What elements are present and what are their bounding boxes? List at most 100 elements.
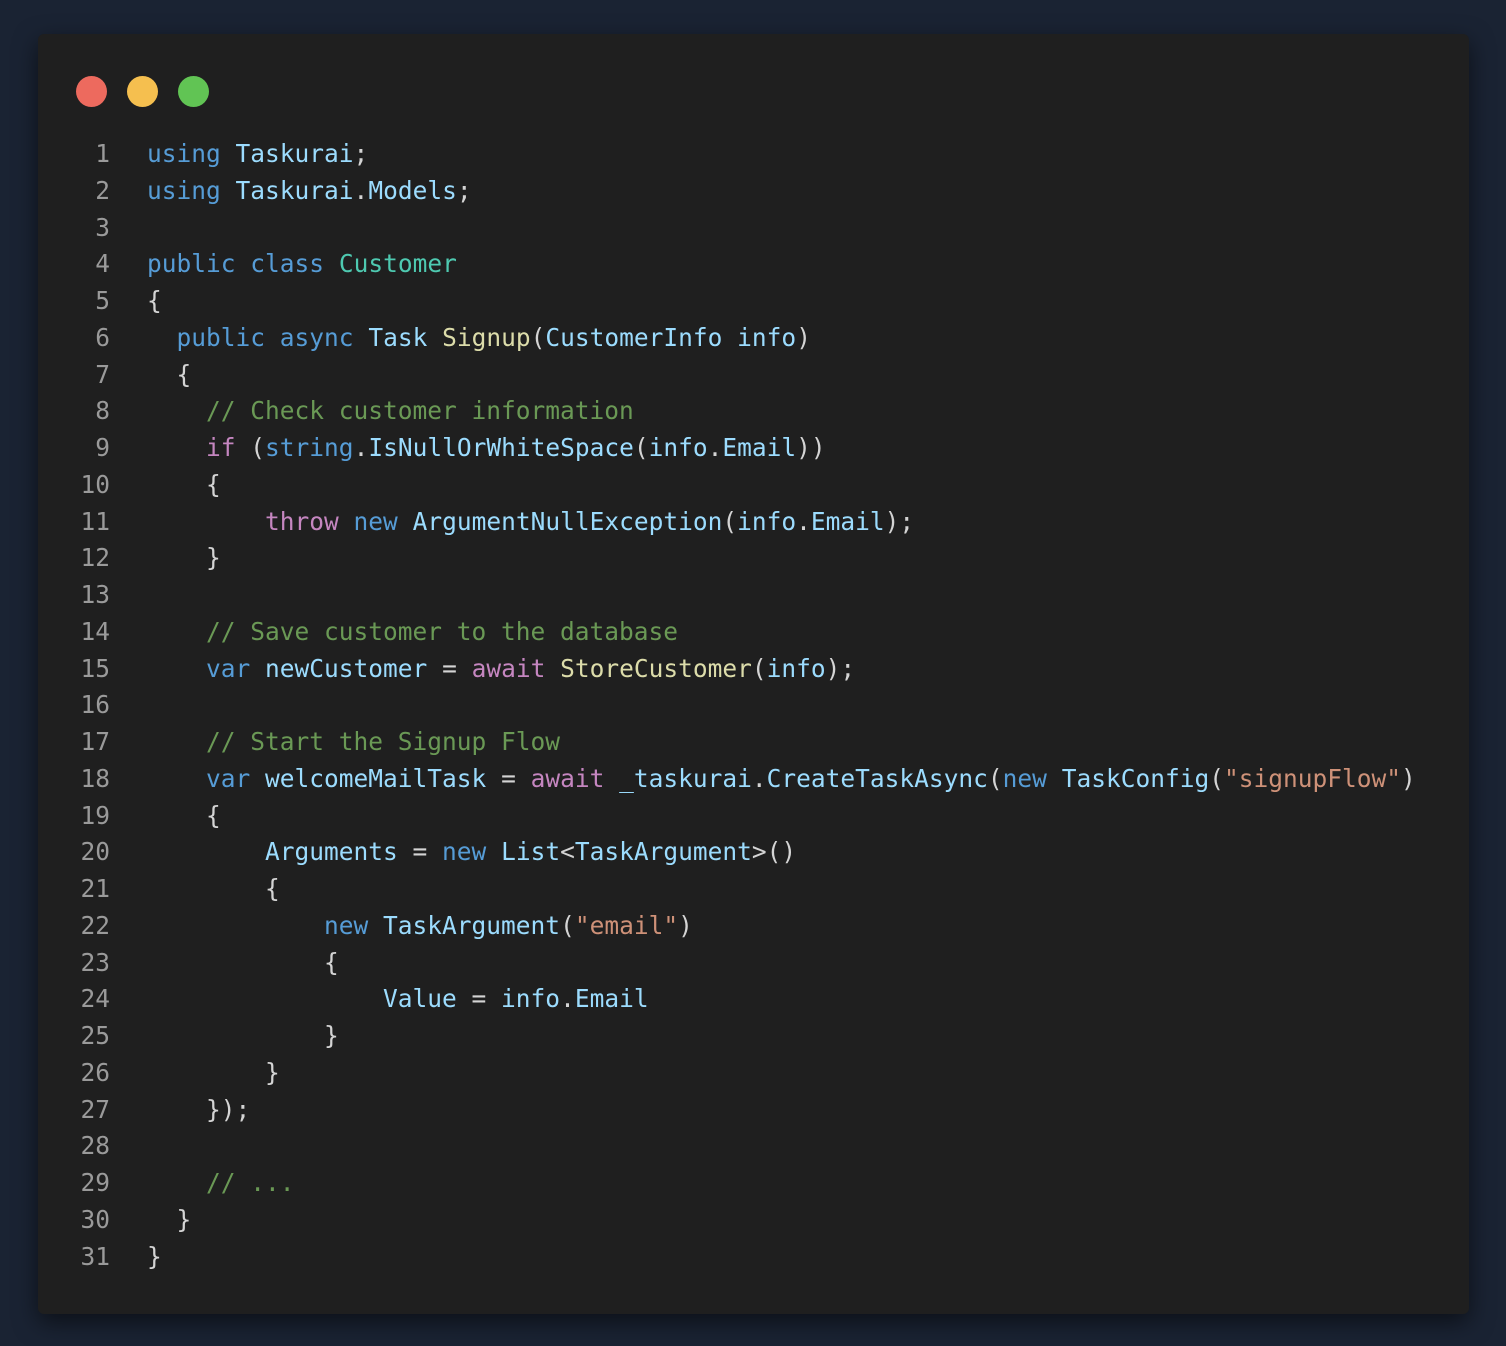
code-token: info [501,984,561,1014]
code-token: TaskConfig [1061,763,1210,793]
code-token: // Save customer to the database [206,616,679,646]
code-token: welcomeMailTask [265,763,487,793]
code-token: { [147,874,280,903]
code-token: >() [751,837,797,867]
line-code: public class Customer [147,246,457,283]
line-number: 19 [80,800,110,830]
code-token: TaskArgument [383,910,561,940]
line-number: 4 [95,249,110,279]
code-token: List [501,837,561,867]
line-number: 11 [80,506,110,536]
code-token: newCustomer [265,653,428,683]
line-number: 7 [95,359,110,389]
code-token: = [427,653,472,683]
code-line: 22 new TaskArgument("email") [38,908,1469,945]
code-token: // Start the Signup Flow [206,727,561,756]
code-line: 4 public class Customer [38,246,1469,283]
code-token: await [471,653,546,683]
code-token: Value [383,984,457,1014]
line-code: } [147,1055,280,1092]
code-token: ( [1209,763,1224,793]
line-number: 2 [95,175,110,205]
code-token: } [147,1241,162,1271]
code-token: ( [633,433,649,462]
maximize-button[interactable] [178,76,209,107]
code-token: await [530,763,605,793]
code-line: 24 Value = info.Email [38,981,1469,1018]
line-number: 14 [80,616,110,646]
code-token: { [147,947,339,977]
code-line: 1 using Taskurai; [38,136,1469,173]
code-token: using [147,139,221,168]
line-code: var welcomeMailTask = await _taskurai.Cr… [147,761,1416,798]
code-token: ( [722,506,738,536]
code-line: 12 } [38,540,1469,577]
code-line: 10 { [38,467,1469,504]
code-token: . [707,433,723,462]
line-number: 20 [80,837,110,867]
code-token: ); [825,653,856,683]
line-number: 12 [80,543,110,573]
code-token: new [442,837,487,867]
code-token: IsNullOrWhiteSpace [368,433,634,462]
line-code: Arguments = new List<TaskArgument>() [147,834,796,871]
code-token: ( [530,322,546,352]
line-number: 18 [80,763,110,793]
code-token: }); [147,1094,251,1124]
line-number: 15 [80,653,110,683]
minimize-button[interactable] [127,76,158,107]
code-token: public [176,322,266,352]
line-code: using Taskurai.Models; [147,173,472,210]
code-token: info [766,653,826,683]
line-code: { [147,945,339,982]
line-number: 3 [95,212,110,242]
line-number: 1 [95,139,110,168]
line-code: public async Task Signup(CustomerInfo in… [147,320,811,357]
code-token: . [353,433,369,462]
code-line: 11 throw new ArgumentNullException(info.… [38,504,1469,541]
code-line: 16 [38,687,1469,724]
line-number: 26 [80,1057,110,1087]
code-token: CreateTaskAsync [766,763,988,793]
code-token: Taskurai [235,139,354,168]
code-token: info [737,506,797,536]
line-number: 28 [80,1131,110,1161]
line-code: new TaskArgument("email") [147,908,693,945]
code-line: 9 if (string.IsNullOrWhiteSpace(info.Ema… [38,430,1469,467]
code-token: throw [265,506,339,536]
code-token: if [206,433,236,462]
code-editor: 1 using Taskurai; 2 using Taskurai.Models; 3… [38,136,1469,1275]
code-token: { [147,469,221,499]
code-token: { [147,800,221,830]
code-token: var [206,653,251,683]
code-token: var [206,763,251,793]
line-code: Value = info.Email [147,981,649,1018]
code-token: Email [574,984,649,1014]
code-token: // Check customer information [206,396,634,426]
code-token: } [147,543,221,573]
close-button[interactable] [76,76,107,107]
code-line: 21 { [38,871,1469,908]
line-number: 6 [95,322,110,352]
code-line: 26 } [38,1055,1469,1092]
line-code: { [147,798,221,835]
code-token: async [279,322,354,352]
code-token: { [147,359,192,389]
code-token: } [147,1057,280,1087]
line-number: 22 [80,910,110,940]
code-line: 8 // Check customer information [38,393,1469,430]
code-token: new [1002,763,1047,793]
line-number: 17 [80,727,110,756]
